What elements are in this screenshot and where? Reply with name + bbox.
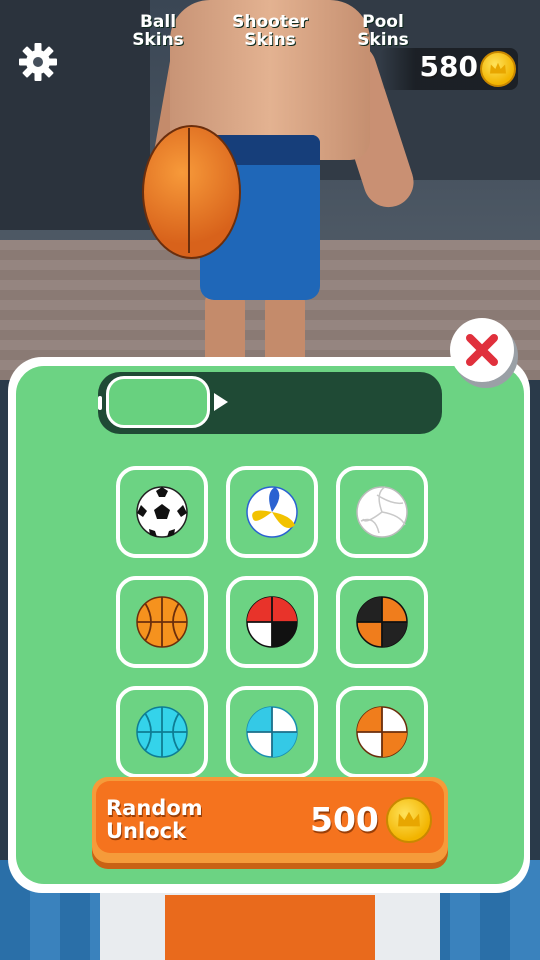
random-unlock-price: 500: [310, 800, 379, 839]
skin-cell-basketball-red[interactable]: [226, 576, 318, 668]
tab-bar-left-marker: [98, 396, 102, 410]
tab-pool-skins[interactable]: Pool Skins: [340, 0, 426, 62]
basketball-white-cyan-icon: [246, 706, 298, 758]
random-unlock-label: Random Unlock: [106, 796, 203, 843]
close-x-icon: [466, 334, 498, 366]
basketball-black-icon: [356, 596, 408, 648]
held-basketball: [142, 125, 241, 259]
coin-crown-icon: [480, 51, 516, 87]
coin-crown-icon: [386, 797, 432, 843]
skin-cell-basketball-cyan[interactable]: [116, 686, 208, 778]
skin-cell-basketball-orange[interactable]: [116, 576, 208, 668]
skin-cell-basketball-orange-white[interactable]: [336, 686, 428, 778]
basketball-red-icon: [246, 596, 298, 648]
diving-board-stripe: [165, 895, 375, 960]
tab-shooter-skins[interactable]: Shooter Skins: [226, 0, 314, 62]
basketball-orange-icon: [136, 596, 188, 648]
gear-icon[interactable]: [18, 42, 58, 82]
tab-ball-skins[interactable]: Ball Skins: [106, 0, 210, 62]
basketball-cyan-icon: [136, 706, 188, 758]
volleyball-color-icon: [246, 486, 298, 538]
skin-cell-soccer[interactable]: [116, 466, 208, 558]
skin-cell-basketball-black[interactable]: [336, 576, 428, 668]
soccer-ball-icon: [136, 486, 188, 538]
skin-cell-volleyball-white[interactable]: [336, 466, 428, 558]
play-arrow-icon: [214, 393, 228, 411]
skin-cell-basketball-white-cyan[interactable]: [226, 686, 318, 778]
held-basketball-seam: [188, 128, 190, 253]
skin-cell-volleyball-color[interactable]: [226, 466, 318, 558]
volleyball-white-icon: [356, 486, 408, 538]
close-button[interactable]: [450, 318, 514, 382]
basketball-orange-white-icon: [356, 706, 408, 758]
coin-count: 580: [419, 50, 478, 83]
tab-active-highlight: [106, 376, 210, 428]
